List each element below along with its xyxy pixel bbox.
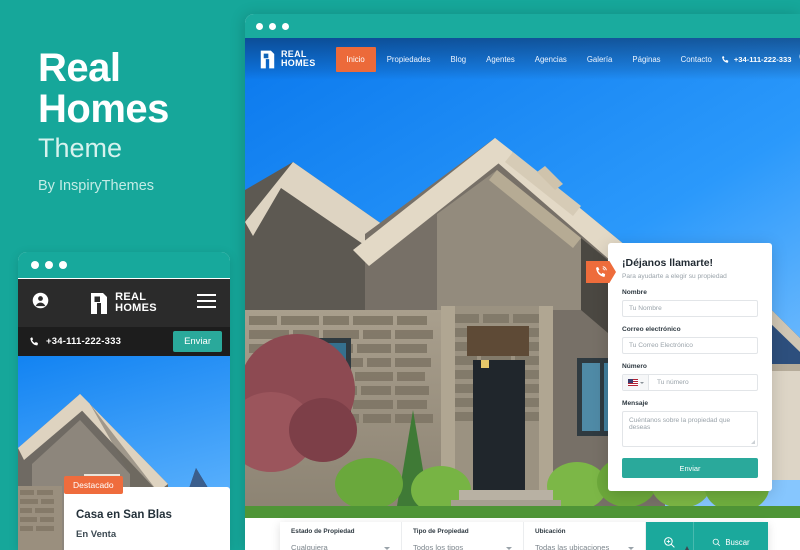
callback-form-wrapper: ¡Déjanos llamarte! Para ayudarte a elegi… [586,243,772,491]
nav-item-blog[interactable]: Blog [442,49,476,70]
search-button-label: Buscar [725,537,750,547]
page-title: Real Homes [38,48,169,130]
brand-title-line1: Real [38,46,121,90]
window-dot-icon [269,22,276,30]
mobile-logo-line2: HOMES [115,302,157,314]
search-button[interactable]: Buscar [694,522,768,550]
hamburger-menu-icon[interactable] [197,293,216,313]
label-numero: Número [622,363,647,370]
brand-subtitle: Theme [38,133,123,163]
window-dot-icon [45,261,53,269]
filter-estado-propiedad[interactable]: Estado de Propiedad Cualquiera [280,522,402,550]
desktop-browser-chrome [245,14,800,38]
nav-item-contacto[interactable]: Contacto [672,49,721,70]
filter-estado-value: Cualquiera [291,543,328,550]
search-icon [713,538,721,546]
callback-form-subtitle: Para ayudarte a elegir su propiedad [622,273,727,280]
label-nombre: Nombre [622,289,647,296]
label-correo: Correo electrónico [622,326,681,333]
label-mensaje: Mensaje [622,400,649,407]
numero-field[interactable]: Tu número [622,374,758,391]
nombre-field[interactable]: Tu Nombre [622,300,758,317]
filter-estado-label: Estado de Propiedad [291,528,355,535]
site-logo-line2: HOMES [281,58,316,68]
nav-item-inicio[interactable]: Inicio [335,46,376,72]
user-circle-icon[interactable] [32,292,49,314]
filter-ubicacion-value: Todas las ubicaciones [535,543,610,550]
desktop-viewport: REAL HOMES Inicio Propiedades Blog Agent… [245,38,800,550]
main-navigation: Inicio Propiedades Blog Agentes Agencias… [335,46,721,72]
country-code-selector[interactable] [623,375,649,390]
correo-field[interactable]: Tu Correo Electrónico [622,337,758,354]
brand-byline: By InspiryThemes [38,178,155,194]
filter-tipo-propiedad[interactable]: Tipo de Propiedad Todos los tipos [402,522,524,550]
desktop-mockup: REAL HOMES Inicio Propiedades Blog Agent… [245,14,800,550]
mobile-phone-link[interactable]: +34-111-222-333 [29,336,121,347]
navbar-phone-number: +34-111-222-333 [733,54,792,64]
filter-ubicacion[interactable]: Ubicación Todas las ubicaciones [524,522,646,550]
numero-placeholder: Tu número [657,379,689,386]
phone-icon [721,55,729,63]
real-homes-logo-icon [260,50,275,68]
callback-form-title: ¡Déjanos llamarte! [622,257,714,269]
filter-ubicacion-label: Ubicación [535,528,566,535]
callback-submit-button[interactable]: Enviar [622,458,758,478]
mobile-hero-image: Destacado Casa en San Blas En Venta [18,356,230,550]
property-card[interactable]: Destacado Casa en San Blas En Venta [64,476,230,550]
site-navbar: REAL HOMES Inicio Propiedades Blog Agent… [245,38,800,80]
window-dot-icon [256,22,263,30]
nav-item-agencias[interactable]: Agencias [526,49,576,70]
window-dot-icon [59,261,67,269]
status-badge: Destacado [64,476,123,494]
brand-title-line2: Homes [38,87,169,131]
phone-icon [30,337,38,346]
mensaje-field[interactable]: Cuéntanos sobre la propiedad que deseas [622,411,758,447]
annotation-arrow-icon [685,546,689,550]
mobile-contact-bar: +34-111-222-333 Enviar [18,327,230,356]
property-status: En Venta [76,529,117,540]
window-dot-icon [282,22,289,30]
mobile-site-header: REAL HOMES [18,279,230,327]
nav-item-galeria[interactable]: Galería [578,49,622,70]
callback-form: ¡Déjanos llamarte! Para ayudarte a elegi… [608,243,772,491]
site-logo[interactable]: REAL HOMES [259,49,316,70]
nav-item-propiedades[interactable]: Propiedades [378,49,440,70]
chevron-down-icon [639,381,644,384]
filter-tipo-label: Tipo de Propiedad [413,528,469,535]
mobile-mockup: REAL HOMES +34-111-222-333 Enviar Destac… [18,252,230,550]
navbar-phone-link[interactable]: +34-111-222-333 [721,54,792,64]
mobile-send-button[interactable]: Enviar [173,331,222,352]
window-dot-icon [31,261,39,269]
nav-item-agentes[interactable]: Agentes [477,49,524,70]
us-flag-icon [627,379,638,386]
filter-tipo-value: Todos los tipos [413,543,464,550]
mobile-logo[interactable]: REAL HOMES [89,291,157,316]
mobile-phone-number: +34-111-222-333 [46,336,122,347]
property-title: Casa en San Blas [76,509,172,521]
navbar-actions: +34-111-222-333 Enviar [721,49,800,70]
left-branding-panel: Real Homes Theme By InspiryThemes REAL H… [0,0,245,550]
real-homes-logo-icon [91,292,108,314]
nav-item-paginas[interactable]: Páginas [623,49,669,70]
mobile-browser-chrome [18,252,230,279]
